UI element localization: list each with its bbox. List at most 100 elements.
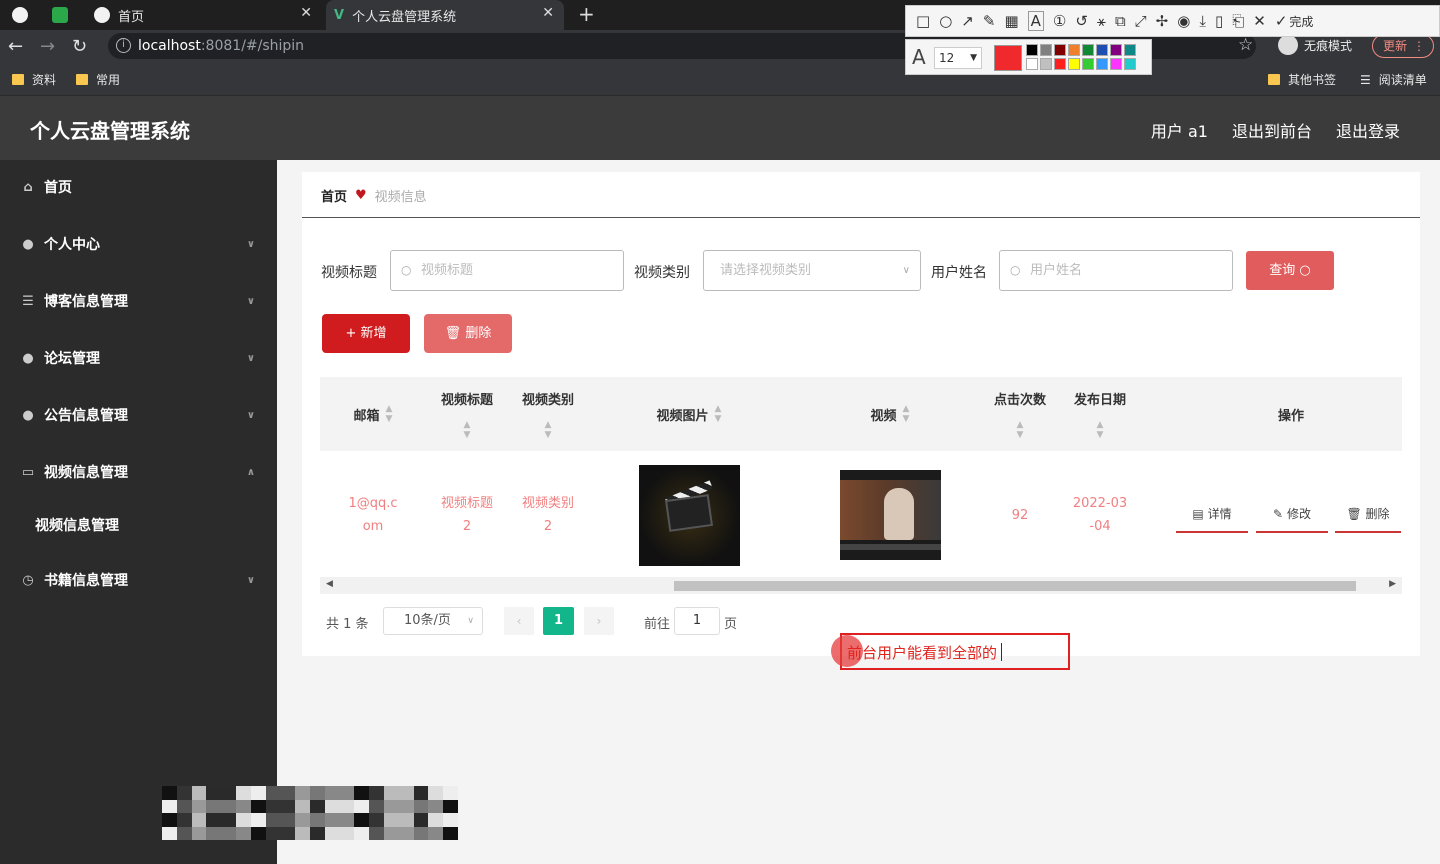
- breadcrumb-home[interactable]: 首页: [321, 186, 347, 205]
- color-swatch[interactable]: [1068, 58, 1080, 70]
- app-icon[interactable]: [52, 0, 82, 30]
- sidebar-subitem-video[interactable]: 视频信息管理: [0, 505, 277, 545]
- sidebar-item-blog[interactable]: ☰ 博客信息管理 ∨: [0, 281, 277, 321]
- sort-icon[interactable]: ▲ ▼: [1097, 420, 1104, 440]
- translate-icon[interactable]: ⧉: [1115, 12, 1126, 30]
- column-header-date[interactable]: 发布日期 ▲ ▼: [1060, 377, 1140, 451]
- color-swatch[interactable]: [1054, 44, 1066, 56]
- edit-button[interactable]: ✎ 修改: [1256, 503, 1328, 533]
- exit-to-front-link[interactable]: 退出到前台: [1232, 118, 1312, 142]
- new-tab-icon[interactable]: +: [578, 2, 595, 26]
- query-button[interactable]: 查询 ○: [1246, 251, 1334, 290]
- user-name-link[interactable]: 用户 a1: [1151, 118, 1208, 142]
- scroll-left-icon[interactable]: ◀: [326, 579, 333, 589]
- cancel-icon[interactable]: ✕: [1253, 12, 1266, 30]
- goto-page-input[interactable]: 1: [674, 607, 720, 635]
- sort-icon[interactable]: ▲ ▼: [464, 420, 471, 440]
- phone-icon[interactable]: ▯: [1215, 12, 1223, 30]
- color-swatch[interactable]: [1068, 44, 1080, 56]
- color-swatch[interactable]: [1124, 44, 1136, 56]
- arrow-tool-icon[interactable]: ↗: [961, 12, 974, 30]
- add-button[interactable]: + 新增: [322, 314, 410, 353]
- pin-icon[interactable]: ✢: [1156, 12, 1169, 30]
- mosaic-tool-icon[interactable]: ▦: [1004, 12, 1018, 30]
- record-icon[interactable]: ◉: [1177, 12, 1190, 30]
- video-player[interactable]: [839, 470, 941, 560]
- column-header-category[interactable]: 视频类别 ▲ ▼: [508, 377, 588, 451]
- horizontal-scrollbar[interactable]: ◀ ▶: [320, 577, 1402, 594]
- logout-link[interactable]: 退出登录: [1336, 118, 1400, 142]
- number-tool-icon[interactable]: ①: [1053, 12, 1066, 30]
- done-button[interactable]: ✓ 完成: [1275, 12, 1314, 30]
- category-select[interactable]: 请选择视频类别 ∨: [703, 250, 921, 291]
- page-size-select[interactable]: 10条/页 ∨: [383, 607, 483, 635]
- sidebar-item-home[interactable]: ⌂ 首页: [0, 167, 277, 207]
- column-header-image[interactable]: 视频图片 ▲ ▼: [588, 377, 790, 451]
- sidebar-item-forum[interactable]: ● 论坛管理 ∨: [0, 338, 277, 378]
- scroll-right-icon[interactable]: ▶: [1389, 579, 1396, 589]
- sort-icon[interactable]: ▲ ▼: [545, 420, 552, 440]
- reload-icon[interactable]: ↻: [72, 36, 87, 57]
- current-color-swatch[interactable]: [994, 45, 1022, 71]
- font-size-select[interactable]: 12 ▼: [934, 47, 982, 69]
- chevron-down-icon: ∨: [467, 616, 474, 626]
- color-swatch[interactable]: [1040, 58, 1052, 70]
- batch-delete-button[interactable]: 🗑 删除: [424, 314, 512, 353]
- browser-tab-active[interactable]: V 个人云盘管理系统 ✕: [326, 0, 564, 30]
- color-swatch[interactable]: [1096, 44, 1108, 56]
- pen-tool-icon[interactable]: ✎: [983, 12, 996, 30]
- color-swatch[interactable]: [1026, 58, 1038, 70]
- browser-tab-home[interactable]: 首页 ✕: [86, 0, 322, 30]
- prev-page-button[interactable]: ‹: [504, 607, 534, 635]
- sidebar-item-video[interactable]: ▭ 视频信息管理 ∧: [0, 452, 277, 492]
- annotation-text-value: 前台用户能看到全部的: [847, 644, 998, 662]
- undo-icon[interactable]: ↺: [1075, 12, 1088, 30]
- bookmark-folder[interactable]: 常用: [76, 71, 120, 88]
- color-swatch[interactable]: [1026, 44, 1038, 56]
- divider: [302, 217, 1420, 218]
- sort-icon[interactable]: ▲ ▼: [1017, 420, 1024, 440]
- mosaic-block: [206, 786, 222, 800]
- column-header-clicks[interactable]: 点击次数 ▲ ▼: [980, 377, 1060, 451]
- close-tab-icon[interactable]: ✕: [300, 5, 312, 21]
- ellipse-tool-icon[interactable]: ○: [939, 12, 952, 30]
- color-swatch[interactable]: [1054, 58, 1066, 70]
- delete-button[interactable]: 🗑 删除: [1335, 503, 1401, 533]
- bookmark-icon[interactable]: ⎗: [1232, 12, 1244, 30]
- sidebar-item-notice[interactable]: ● 公告信息管理 ∨: [0, 395, 277, 435]
- user-search-input[interactable]: ○ 用户姓名: [999, 250, 1233, 291]
- close-tab-icon[interactable]: ✕: [542, 5, 554, 21]
- text-tool-icon[interactable]: A: [1027, 11, 1044, 31]
- scan-icon[interactable]: ⤢: [1135, 12, 1147, 30]
- sidebar-item-profile[interactable]: ● 个人中心 ∨: [0, 224, 277, 264]
- shape-tool-icon[interactable]: ⚹: [1097, 12, 1106, 30]
- page-number-current[interactable]: 1: [543, 607, 574, 635]
- color-swatch[interactable]: [1040, 44, 1052, 56]
- column-header-title[interactable]: 视频标题 ▲ ▼: [426, 377, 508, 451]
- download-icon[interactable]: ⤓: [1199, 12, 1206, 30]
- column-header-email[interactable]: 邮箱 ▲ ▼: [320, 377, 426, 451]
- color-swatch[interactable]: [1082, 44, 1094, 56]
- forward-icon[interactable]: →: [40, 36, 55, 57]
- next-page-button[interactable]: ›: [584, 607, 614, 635]
- title-search-input[interactable]: ○ 视频标题: [390, 250, 624, 291]
- bookmark-folder[interactable]: 资料: [12, 71, 56, 88]
- back-icon[interactable]: ←: [8, 36, 23, 57]
- chrome-menu-icon[interactable]: [12, 0, 42, 30]
- column-header-video[interactable]: 视频 ▲ ▼: [790, 377, 990, 451]
- color-swatch[interactable]: [1110, 58, 1122, 70]
- color-swatch[interactable]: [1110, 44, 1122, 56]
- scrollbar-thumb[interactable]: [674, 581, 1356, 591]
- color-swatch[interactable]: [1124, 58, 1136, 70]
- detail-button[interactable]: ▤ 详情: [1176, 503, 1248, 533]
- rectangle-tool-icon[interactable]: □: [916, 12, 930, 30]
- sort-icon[interactable]: ▲ ▼: [715, 404, 722, 424]
- video-cover-image[interactable]: [638, 464, 740, 566]
- sort-icon[interactable]: ▲ ▼: [386, 404, 393, 424]
- sort-icon[interactable]: ▲ ▼: [903, 404, 910, 424]
- color-swatch[interactable]: [1082, 58, 1094, 70]
- sidebar-item-books[interactable]: ◷ 书籍信息管理 ∨: [0, 560, 277, 600]
- annotation-text[interactable]: 前台用户能看到全部的: [847, 642, 1003, 663]
- color-swatch[interactable]: [1096, 58, 1108, 70]
- info-icon[interactable]: i: [116, 38, 131, 53]
